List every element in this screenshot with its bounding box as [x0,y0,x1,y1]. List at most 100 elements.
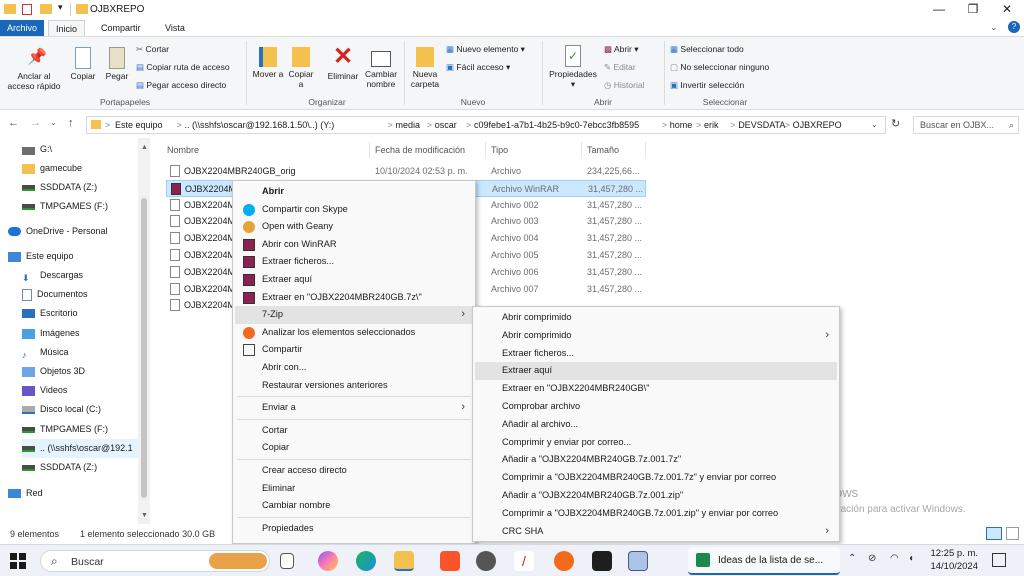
paste-shortcut-button[interactable]: ▤ Pegar acceso directo [136,77,226,93]
settings-icon[interactable] [476,551,496,571]
scroll-up-icon[interactable]: ▲ [141,144,148,151]
tab-inicio[interactable]: Inicio [48,20,86,36]
up-arrow-icon[interactable]: ↑ [68,117,74,129]
windows-start-icon[interactable] [10,553,26,569]
breadcrumb-separator[interactable]: > [662,117,667,133]
breadcrumb-item[interactable]: home [670,117,693,133]
details-view-icon[interactable] [986,527,1002,540]
large-icons-view-icon[interactable] [1006,527,1019,540]
select-none-button[interactable]: ▢ No seleccionar ninguno [670,59,769,75]
submenu-item[interactable]: Añadir al archivo... [475,416,837,434]
context-menu-item[interactable]: Cortar [235,422,473,440]
nav-item[interactable]: .. (\\sshfs\oscar@192.1 [22,439,138,458]
nav-item[interactable]: ⬇ Descargas [22,266,83,285]
nav-item[interactable]: gamecube [22,159,82,178]
address-dropdown-icon[interactable]: ⌄ [871,117,878,133]
column-header-name[interactable]: Nombre [167,142,199,158]
history-button[interactable]: ◷ Historial [604,77,644,93]
search-input[interactable]: Buscar en OJBX... ⌕ [913,116,1019,134]
context-menu-item[interactable]: Abrir con WinRAR [235,236,473,254]
pen-icon[interactable]: / [514,551,534,571]
file-row[interactable]: OJBX2204MBR240GB_orig 10/10/2024 02:53 p.… [166,163,646,180]
window-app-icon[interactable] [628,551,648,571]
tab-archivo[interactable]: Archivo [0,20,45,36]
clock-time[interactable]: 12:25 p. m. [928,548,978,559]
nav-item[interactable]: Videos [22,381,67,400]
submenu-item[interactable]: Abrir comprimido › [475,327,837,345]
breadcrumb-separator[interactable]: > [427,117,432,133]
copy-button[interactable]: Copiar [66,43,100,81]
column-header-size[interactable]: Tamaño [587,142,619,158]
column-header-date[interactable]: Fecha de modificación [375,142,465,158]
breadcrumb-separator[interactable]: > [177,117,182,133]
taskbar-search-box[interactable]: ⌕ Buscar [40,550,270,572]
context-menu-item[interactable]: Abrir [235,183,473,201]
breadcrumb-item[interactable]: oscar [435,117,457,133]
minimize-button[interactable]: — [922,0,956,20]
nav-item[interactable]: Este equipo [8,247,74,266]
context-menu-item[interactable]: Extraer aquí [235,271,473,289]
nav-item[interactable]: Red [8,484,43,503]
context-menu-item[interactable]: Open with Geany [235,218,473,236]
submenu-item[interactable]: Extraer en "OJBX2204MBR240GB\" [475,380,837,398]
context-menu-item[interactable]: Cambiar nombre [235,497,473,515]
context-menu-item[interactable]: Copiar [235,439,473,457]
nav-item[interactable]: ♪ Música [22,343,69,362]
properties-button[interactable]: ✓ Propiedades ▾ [546,43,600,89]
context-menu-item[interactable]: 7-Zip › [235,306,473,324]
submenu-item[interactable]: Extraer ficheros... [475,345,837,363]
context-menu-item[interactable]: Restaurar versiones anteriores [235,377,473,395]
nav-item[interactable]: G:\ [22,140,52,159]
nav-item[interactable]: Disco local (C:) [22,400,101,419]
active-window-taskbar-button[interactable]: Ideas de la lista de se... [688,547,840,575]
easy-access-button[interactable]: ▣ Fácil acceso ▾ [446,59,510,75]
nav-item[interactable]: Imágenes [22,324,80,343]
submenu-item[interactable]: Comprimir a "OJBX2204MBR240GB.7z.001.zip… [475,505,837,523]
column-header-type[interactable]: Tipo [491,142,508,158]
breadcrumb-separator[interactable]: > [696,117,701,133]
edit-button[interactable]: ✎ Editar [604,59,636,75]
forward-arrow-icon[interactable]: → [30,117,41,129]
clock-date[interactable]: 14/10/2024 [928,561,978,572]
tab-compartir[interactable]: Compartir [94,20,148,36]
context-menu-item[interactable]: Extraer en "OJBX2204MBR240GB.7z\" [235,289,473,307]
notifications-icon[interactable] [992,553,1006,567]
maximize-button[interactable]: ❐ [956,0,990,20]
wifi-icon[interactable]: ◠ [890,553,899,564]
context-menu-item[interactable]: Propiedades [235,520,473,538]
submenu-item[interactable]: Comprobar archivo [475,398,837,416]
nav-item[interactable]: Documentos [22,285,88,304]
copy-path-button[interactable]: ▤ Copiar ruta de acceso [136,59,230,75]
scroll-thumb[interactable] [141,198,147,498]
qat-properties-icon[interactable] [22,4,32,15]
new-item-button[interactable]: ▦ Nuevo elemento ▾ [446,41,525,57]
breadcrumb-item[interactable]: OJBXREPO [793,117,842,133]
breadcrumb-item[interactable]: Este equipo [115,117,163,133]
scroll-down-icon[interactable]: ▼ [141,512,148,519]
submenu-item[interactable]: Comprimir a "OJBX2204MBR240GB.7z.001.7z"… [475,469,837,487]
submenu-item[interactable]: Abrir comprimido [475,309,837,327]
brave-icon[interactable] [440,551,460,571]
close-button[interactable]: ✕ [990,0,1024,20]
submenu-item[interactable]: CRC SHA › [475,523,837,541]
pin-quick-access-button[interactable]: 📌 Anclar al acceso rápido [4,43,64,91]
new-folder-button[interactable]: Nueva carpeta [406,43,444,89]
select-all-button[interactable]: ▦ Seleccionar todo [670,41,744,57]
context-menu-item[interactable]: Crear acceso directo [235,462,473,480]
context-menu-item[interactable]: Compartir con Skype [235,201,473,219]
avast-icon[interactable] [554,551,574,571]
breadcrumb-separator[interactable]: > [785,117,790,133]
breadcrumb-item[interactable]: media [396,117,421,133]
file-explorer-icon[interactable] [394,551,414,571]
breadcrumb-item[interactable]: .. (\\sshfs\oscar@192.168.1.50\..) (Y:) [185,117,335,133]
context-menu-item[interactable]: Analizar los elementos seleccionados [235,324,473,342]
qat-newfolder-icon[interactable] [40,4,52,14]
submenu-item[interactable]: Comprimir y enviar por correo... [475,434,837,452]
cut-button[interactable]: ✂ Cortar [136,41,169,57]
submenu-item[interactable]: Añadir a "OJBX2204MBR240GB.7z.001.zip" [475,487,837,505]
address-input[interactable]: > Este equipo >.. (\\sshfs\oscar@192.168.… [86,116,886,134]
context-menu-item[interactable]: Abrir con... [235,359,473,377]
context-menu-item[interactable]: Extraer ficheros... [235,253,473,271]
breadcrumb-item[interactable]: erik [704,117,719,133]
breadcrumb-separator[interactable]: > [466,117,471,133]
